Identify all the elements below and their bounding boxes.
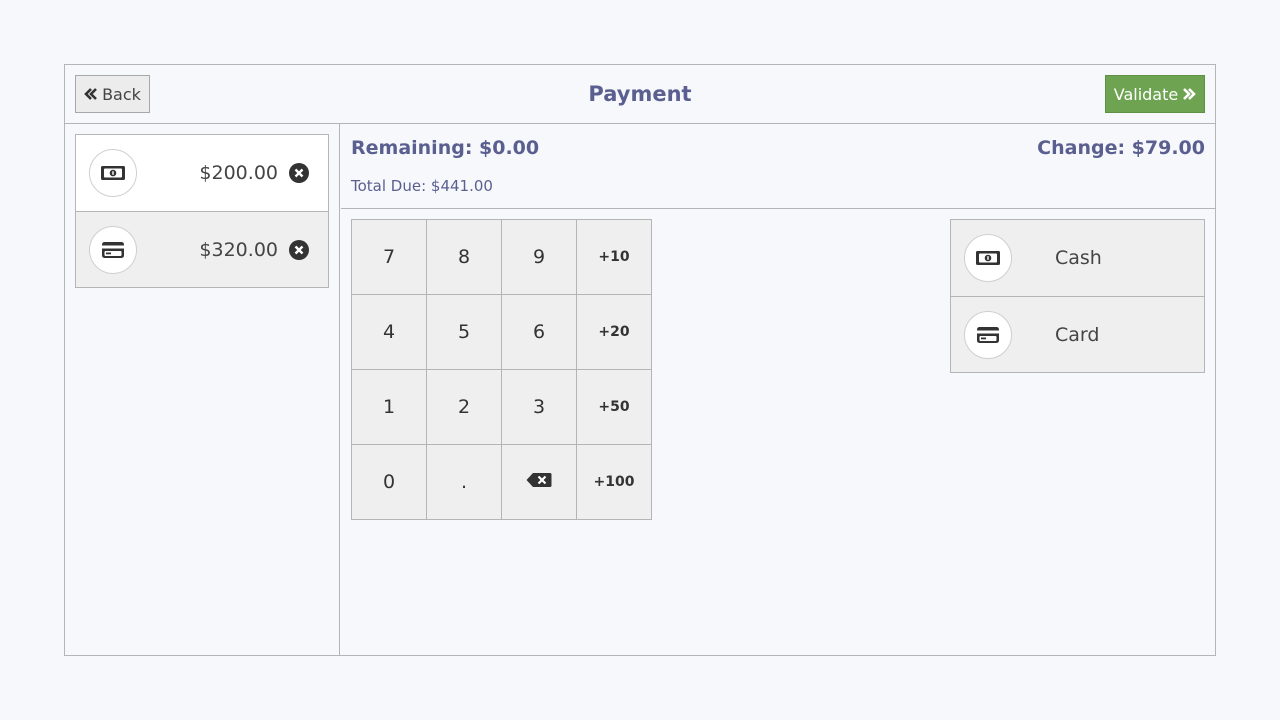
numpad-key-plus-50[interactable]: +50 <box>577 370 652 445</box>
numpad-key-0[interactable]: 0 <box>352 445 427 520</box>
numpad-key-plus-10[interactable]: +10 <box>577 220 652 295</box>
payment-method-label: Cash <box>1055 247 1102 269</box>
numpad-key-4[interactable]: 4 <box>352 295 427 370</box>
cash-icon <box>964 234 1012 282</box>
payment-line-amount: $200.00 <box>199 162 278 184</box>
numpad-key-5[interactable]: 5 <box>427 295 502 370</box>
numpad-key-1[interactable]: 1 <box>352 370 427 445</box>
payment-line-card[interactable]: $320.00 <box>76 211 328 287</box>
payment-main-column: Remaining: $0.00 Change: $79.00 Total Du… <box>341 124 1215 655</box>
page-title: Payment <box>588 82 692 106</box>
numpad-key-plus-20[interactable]: +20 <box>577 295 652 370</box>
payment-methods: Cash Card <box>950 219 1205 373</box>
total-due: Total Due: $441.00 <box>351 177 493 195</box>
payment-method-label: Card <box>1055 323 1100 346</box>
numpad-key-3[interactable]: 3 <box>502 370 577 445</box>
numpad-key-decimal[interactable]: . <box>427 445 502 520</box>
change-amount: Change: $79.00 <box>1037 137 1205 159</box>
payment-method-cash[interactable]: Cash <box>951 220 1204 296</box>
payment-lines-column: $200.00 $320.00 <box>65 124 340 655</box>
numpad-key-9[interactable]: 9 <box>502 220 577 295</box>
payment-screen: Back Payment Validate $200.00 $320.00 Re… <box>64 64 1216 656</box>
numpad-key-2[interactable]: 2 <box>427 370 502 445</box>
validate-button-label: Validate <box>1113 84 1179 104</box>
numpad: 7 8 9 +10 4 5 6 +20 1 2 3 +50 0 . +100 <box>351 219 652 520</box>
backspace-icon <box>526 471 552 493</box>
cash-icon <box>89 149 137 197</box>
numpad-key-backspace[interactable] <box>502 445 577 520</box>
payment-method-card[interactable]: Card <box>951 296 1204 372</box>
remove-circle-icon[interactable] <box>289 163 309 183</box>
numpad-key-plus-100[interactable]: +100 <box>577 445 652 520</box>
numpad-key-6[interactable]: 6 <box>502 295 577 370</box>
numpad-key-8[interactable]: 8 <box>427 220 502 295</box>
numpad-key-7[interactable]: 7 <box>352 220 427 295</box>
payment-header: Back Payment Validate <box>65 65 1215 124</box>
payment-line-amount: $320.00 <box>199 238 278 261</box>
card-icon <box>89 225 137 274</box>
remaining-amount: Remaining: $0.00 <box>351 137 540 159</box>
remove-circle-icon[interactable] <box>289 239 309 260</box>
payment-summary: Remaining: $0.00 Change: $79.00 Total Du… <box>341 124 1215 209</box>
card-icon <box>964 310 1012 359</box>
double-chevron-right-icon <box>1182 85 1197 104</box>
payment-line-cash[interactable]: $200.00 <box>76 135 328 211</box>
payment-lines-list: $200.00 $320.00 <box>75 134 329 288</box>
validate-button[interactable]: Validate <box>1105 75 1205 113</box>
